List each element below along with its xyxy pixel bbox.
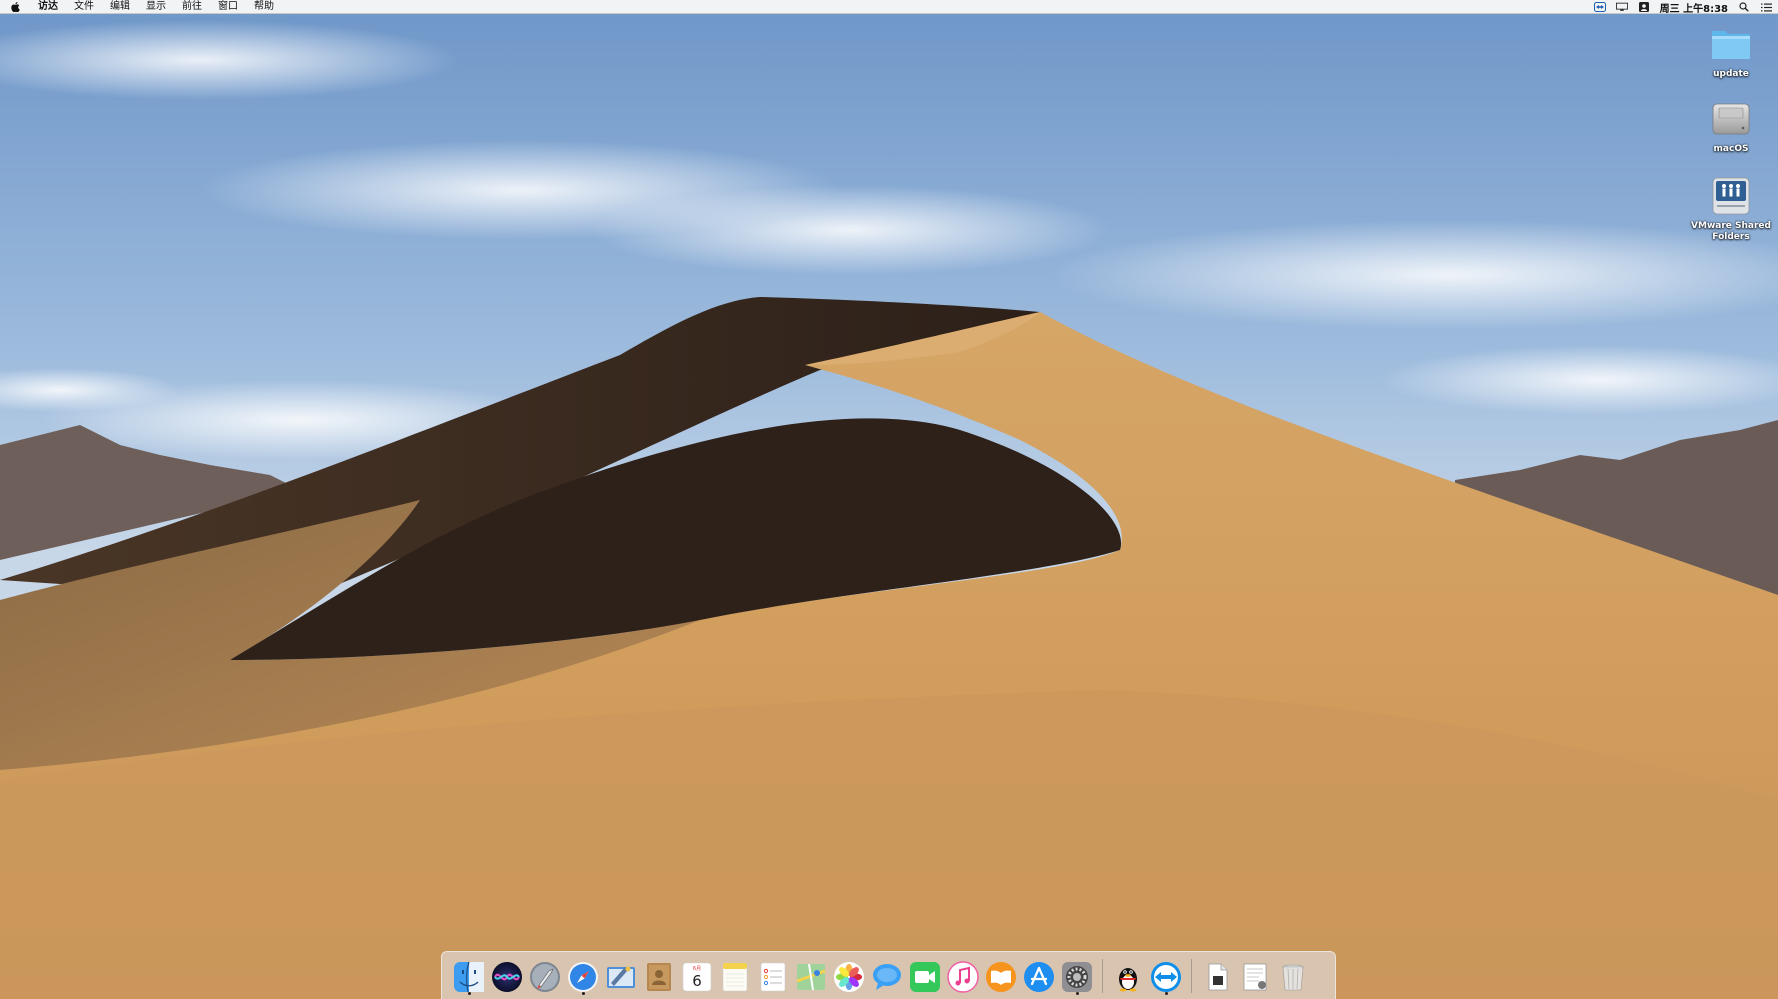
calendar-day: 6 <box>692 972 702 990</box>
dock-qq[interactable] <box>1111 957 1145 995</box>
mail-icon <box>607 966 635 988</box>
desktop-item-label: macOS <box>1713 144 1749 154</box>
dock-itunes[interactable] <box>946 957 980 995</box>
desktop-item-label: VMware Shared Folders <box>1691 221 1771 242</box>
gear-icon <box>1062 961 1092 992</box>
dock-books[interactable] <box>984 957 1018 995</box>
dock-teamviewer[interactable] <box>1149 957 1183 995</box>
dock-launchpad[interactable] <box>528 957 562 995</box>
menu-bar: 访达 文件 编辑 显示 前往 窗口 帮助 周三 上午8:38 <box>0 0 1778 15</box>
dock-safari[interactable] <box>566 957 600 995</box>
app-store-icon <box>1024 961 1054 992</box>
teamviewer-status-icon[interactable] <box>1593 2 1606 12</box>
facetime-icon <box>910 961 940 992</box>
menu-edit[interactable]: 编辑 <box>102 0 138 14</box>
apple-menu[interactable] <box>0 0 30 14</box>
dock-trash[interactable] <box>1276 957 1310 995</box>
preview-icon <box>1243 963 1267 990</box>
contacts-icon <box>647 962 671 991</box>
document-icon <box>1208 963 1228 990</box>
menu-clock[interactable]: 周三 上午8:38 <box>1660 0 1728 15</box>
dock-finder[interactable] <box>452 957 486 995</box>
folder-icon <box>1712 31 1750 59</box>
dock-maps[interactable] <box>794 957 828 995</box>
itunes-icon <box>947 960 979 993</box>
dock: 6月 6 <box>441 951 1336 999</box>
display-icon[interactable] <box>1615 2 1628 12</box>
books-icon <box>986 961 1016 992</box>
menu-view[interactable]: 显示 <box>138 0 174 14</box>
dock-separator <box>1102 958 1103 993</box>
menu-window[interactable]: 窗口 <box>210 0 246 14</box>
calendar-icon: 6月 6 <box>682 962 712 991</box>
desktop-item-label: update <box>1713 69 1749 79</box>
desktop-item-vmware-shared-folders[interactable]: VMware Shared Folders <box>1691 174 1771 243</box>
wallpaper-mojave-dunes <box>0 0 1778 999</box>
hard-drive-icon <box>1712 103 1750 135</box>
search-icon[interactable] <box>1738 2 1750 12</box>
list-icon[interactable] <box>1760 2 1772 12</box>
dock-separator <box>1191 958 1192 993</box>
dock-facetime[interactable] <box>908 957 942 995</box>
notes-icon <box>722 962 748 991</box>
apple-logo-icon <box>10 1 20 12</box>
running-indicator <box>581 991 585 995</box>
siri-icon <box>492 961 522 992</box>
dock-photos[interactable] <box>832 957 866 995</box>
maps-icon <box>796 963 826 990</box>
dock-document[interactable] <box>1200 957 1234 995</box>
shared-folder-icon <box>1712 177 1750 215</box>
trash-icon <box>1282 964 1304 990</box>
desktop-item-macos[interactable]: macOS <box>1691 97 1771 155</box>
teamviewer-icon <box>1151 961 1181 992</box>
safari-icon <box>568 961 598 992</box>
launchpad-icon <box>530 961 560 992</box>
user-icon[interactable] <box>1638 2 1650 12</box>
messages-icon <box>873 963 901 990</box>
dock-mail[interactable] <box>604 957 638 995</box>
qq-penguin-icon <box>1119 967 1137 991</box>
dock-notes[interactable] <box>718 957 752 995</box>
dock-system-preferences[interactable] <box>1060 957 1094 995</box>
menu-finder[interactable]: 访达 <box>30 0 66 14</box>
dock-contacts[interactable] <box>642 957 676 995</box>
dock-messages[interactable] <box>870 957 904 995</box>
photos-icon <box>834 961 864 992</box>
desktop-item-update[interactable]: update <box>1691 22 1771 80</box>
dock-calendar[interactable]: 6月 6 <box>680 957 714 995</box>
dock-preview[interactable] <box>1238 957 1272 995</box>
dock-siri[interactable] <box>490 957 524 995</box>
menu-go[interactable]: 前往 <box>174 0 210 14</box>
finder-icon <box>454 961 484 992</box>
menu-file[interactable]: 文件 <box>66 0 102 14</box>
reminders-icon <box>760 962 786 991</box>
desktop[interactable]: 访达 文件 编辑 显示 前往 窗口 帮助 周三 上午8:38 update ma… <box>0 0 1778 999</box>
dock-app-store[interactable] <box>1022 957 1056 995</box>
running-indicator <box>1075 991 1079 995</box>
dock-reminders[interactable] <box>756 957 790 995</box>
menu-help[interactable]: 帮助 <box>246 0 282 14</box>
running-indicator <box>1164 991 1168 995</box>
running-indicator <box>467 991 471 995</box>
